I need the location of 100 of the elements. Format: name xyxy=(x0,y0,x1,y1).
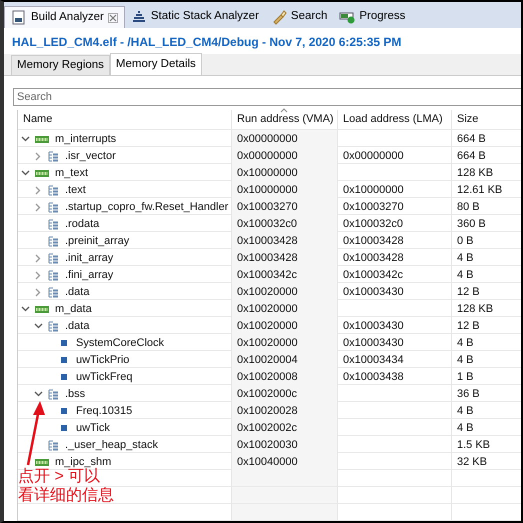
symbol-icon xyxy=(61,408,67,414)
column-header[interactable]: Name xyxy=(18,110,232,129)
name-text: .text xyxy=(65,183,86,198)
table-cell-text: 0x10000000 xyxy=(343,183,404,198)
name-text: m_text xyxy=(55,166,88,181)
table-cell-text: 0x00000000 xyxy=(343,149,404,164)
table-cell-text: 128 KB xyxy=(457,166,494,181)
table-cell-text: 0x10000000 xyxy=(237,183,298,198)
name-text: .isr_vector xyxy=(65,149,116,164)
name-text: .preinit_array xyxy=(65,234,130,249)
file-title: HAL_LED_CM4.elf - /HAL_LED_CM4/Debug - Nov 7, 2020 6:25:35 PM xyxy=(11,34,402,51)
name-text: .data xyxy=(65,319,90,334)
table-cell-text: 0x10020030 xyxy=(237,438,298,453)
table-cell-text: 0x100032c0 xyxy=(237,217,297,232)
annotation-text: 点开 > 可以 xyxy=(18,468,102,486)
table-cell-text: 0x10003270 xyxy=(237,200,298,215)
section-tree-icon xyxy=(48,388,59,400)
name-text: m_data xyxy=(55,302,92,317)
table-cell-text: 1 B xyxy=(457,370,474,385)
name-text: m_interrupts xyxy=(55,132,116,147)
table-cell-text: 0x1000342c xyxy=(343,268,403,283)
name-text: .startup_copro_fw.Reset_Handler xyxy=(65,200,228,215)
name-text: .rodata xyxy=(65,217,100,232)
table-cell-text: 0x10000000 xyxy=(237,166,298,181)
section-tree-icon xyxy=(48,440,59,451)
table-cell-text: 0x1000342c xyxy=(237,268,297,283)
name-text: Freq.10315 xyxy=(76,404,132,419)
section-tree-icon xyxy=(48,218,59,230)
section-tree-icon xyxy=(48,286,59,298)
search-field[interactable]: Search xyxy=(13,88,521,106)
close-icon[interactable] xyxy=(108,12,118,22)
table-cell-text: 0x10003434 xyxy=(343,353,404,368)
name-text: SystemCoreClock xyxy=(76,336,164,351)
table-cell-text: 0x1002000c xyxy=(237,387,297,402)
column-header[interactable]: Size xyxy=(452,110,521,129)
memory-chip-icon xyxy=(35,134,49,144)
table-cell-text: 0x10020008 xyxy=(237,370,298,385)
table-cell-text: 0x10020000 xyxy=(237,302,298,317)
table-cell-text: 0x10020028 xyxy=(237,404,298,419)
name-text: m_ipc_shm xyxy=(55,455,112,468)
table-cell-text: 80 B xyxy=(457,200,480,215)
column-header[interactable]: Load address (LMA) xyxy=(338,110,452,129)
document-icon xyxy=(11,10,27,26)
table-cell-text: 4 B xyxy=(457,251,474,266)
view-tab[interactable]: Static Stack Analyzer xyxy=(124,6,265,28)
table-cell-text: 4 B xyxy=(457,268,474,283)
tab[interactable]: Memory Regions xyxy=(11,55,110,75)
name-text: .fini_array xyxy=(65,268,114,283)
tab[interactable]: Memory Details xyxy=(110,53,202,75)
column-header[interactable]: Run address (VMA) xyxy=(232,110,338,129)
table-cell-text: 12 B xyxy=(457,319,480,334)
table-cell-text: 0x10003428 xyxy=(237,251,298,266)
table-cell-text: 0x10020004 xyxy=(237,353,298,368)
section-tree-icon xyxy=(48,202,59,213)
name-text: uwTickFreq xyxy=(76,370,132,385)
table-cell-text: 0x10020000 xyxy=(237,319,298,334)
table-cell-text: 4 B xyxy=(457,353,474,368)
table-cell-text: 0x10003428 xyxy=(343,251,404,266)
name-text: uwTick xyxy=(76,421,110,436)
annotation-arrow xyxy=(26,401,46,467)
sort-caret-icon xyxy=(280,108,288,113)
table-cell-text: 4 B xyxy=(457,421,474,436)
table-cell-text: 32 KB xyxy=(457,455,487,470)
symbol-icon xyxy=(61,425,67,432)
view-tab[interactable]: Build Analyzer xyxy=(4,6,125,28)
table-cell-text: 0x10020000 xyxy=(237,336,298,351)
table-cell-text: 0x10003438 xyxy=(343,370,404,385)
memory-chip-icon xyxy=(35,458,49,467)
symbol-icon xyxy=(61,340,67,346)
section-tree-icon xyxy=(48,184,59,196)
table-cell-text: 4 B xyxy=(457,336,474,351)
table-cell-text: 4 B xyxy=(457,404,474,419)
name-text: ._user_heap_stack xyxy=(65,438,158,453)
section-tree-icon xyxy=(48,320,59,332)
table-cell-text: 0x10003428 xyxy=(343,234,404,249)
table-cell-text: 664 B xyxy=(457,149,486,164)
table-cell-text: 0x1002002c xyxy=(237,421,297,436)
flashlight-icon xyxy=(270,9,287,25)
name-text: .data xyxy=(65,285,90,300)
table-cell-text: 12.61 KB xyxy=(457,183,502,198)
name-text: .init_array xyxy=(65,251,114,266)
table-cell-text: 0x10003428 xyxy=(237,234,298,249)
table-cell-text: 0x00000000 xyxy=(237,132,298,147)
table-cell-text: 36 B xyxy=(457,387,480,402)
view-tab[interactable]: Progress xyxy=(333,6,412,28)
section-tree-icon xyxy=(48,236,59,247)
table-cell-text: 0x10003430 xyxy=(343,285,404,300)
symbol-icon xyxy=(61,357,67,364)
annotation-text: 看详细的信息 xyxy=(18,486,114,505)
section-tree-icon xyxy=(48,252,59,264)
stack-icon xyxy=(130,9,147,25)
memory-chip-icon xyxy=(35,168,49,178)
name-text: uwTickPrio xyxy=(76,353,130,368)
table-cell-text: 0x10003270 xyxy=(343,200,404,215)
table-cell-text: 0x10040000 xyxy=(237,455,298,470)
view-tab[interactable]: Search xyxy=(264,6,334,28)
memory-chip-icon xyxy=(35,304,49,314)
table-cell-text: 0x10020000 xyxy=(237,285,298,300)
table-cell-text: 1.5 KB xyxy=(457,438,490,453)
section-tree-icon xyxy=(48,270,59,281)
